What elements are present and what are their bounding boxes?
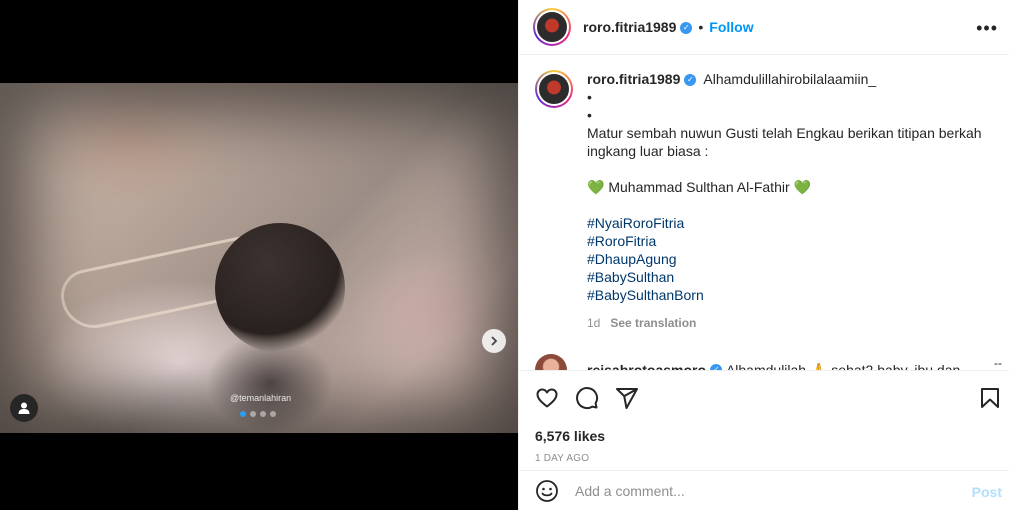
post-actions: 6,576 likes 1 DAY AGO — [519, 370, 1009, 480]
caption-text: roro.fitria1989 ✓ Alhamdulillahirobilalaa… — [587, 70, 987, 332]
follow-button[interactable]: Follow — [709, 19, 753, 35]
carousel-indicator — [240, 411, 276, 417]
commenter-avatar[interactable] — [535, 354, 567, 370]
image-watermark: @temanlahiran — [230, 393, 292, 403]
comment-input[interactable] — [575, 482, 955, 499]
caption-line-2: ingkang luar biasa : — [587, 143, 709, 159]
author-avatar[interactable] — [533, 8, 571, 46]
comment-composer: Post — [519, 470, 1009, 510]
share-icon[interactable] — [615, 386, 639, 410]
carousel-dot — [260, 411, 266, 417]
caption-meta: 1d See translation — [587, 314, 987, 332]
green-heart-icon: 💚 — [793, 179, 811, 195]
caption-first-line: Alhamdulillahirobilalaamiin_ — [703, 71, 877, 87]
caption-author-avatar[interactable] — [535, 70, 573, 108]
comment-icon[interactable] — [575, 386, 599, 410]
post-media: @temanlahiran — [0, 0, 518, 510]
comment-item: reisabrotoasmoro ✓ Alhamdulilah 🙏 sehat2 … — [535, 354, 960, 370]
bookmark-icon[interactable] — [978, 386, 1002, 410]
carousel-next-button[interactable] — [482, 329, 506, 353]
post-photo[interactable]: @temanlahiran — [0, 83, 518, 433]
emoji-icon[interactable] — [535, 479, 559, 503]
comment-more-icon[interactable]: -- — [994, 356, 1002, 370]
post-side-panel: roro.fitria1989 ✓ • Follow ••• roro.fitri… — [518, 0, 1009, 510]
green-heart-icon: 💚 — [587, 179, 605, 195]
hashtag-link[interactable]: #BabySulthan — [587, 268, 987, 286]
author-username[interactable]: roro.fitria1989 ✓ — [583, 19, 693, 35]
user-icon — [18, 402, 30, 414]
carousel-dot-active — [240, 411, 246, 417]
caption-name-line: 💚 Muhammad Sulthan Al-Fathir 💚 — [587, 179, 811, 195]
caption-age: 1d — [587, 316, 601, 330]
comment-text: Alhamdulilah 🙏 sehat2 baby, ibu dan — [725, 361, 961, 371]
commenter-username[interactable]: reisabrotoasmoro — [587, 362, 706, 370]
hashtag-link[interactable]: #BabySulthanBorn — [587, 286, 987, 304]
see-translation-link[interactable]: See translation — [610, 316, 696, 330]
carousel-dot — [270, 411, 276, 417]
comments-area[interactable]: roro.fitria1989 ✓ Alhamdulillahirobilalaa… — [519, 56, 1009, 370]
post-comment-button[interactable]: Post — [972, 484, 1002, 500]
hashtag-link[interactable]: #DhaupAgung — [587, 250, 987, 268]
likes-count[interactable]: 6,576 likes — [535, 428, 605, 444]
post-header: roro.fitria1989 ✓ • Follow ••• — [519, 0, 1009, 55]
more-options-icon[interactable]: ••• — [976, 18, 998, 39]
chevron-right-icon — [491, 336, 498, 346]
verified-badge-icon: ✓ — [684, 74, 697, 87]
caption-line-1: Matur sembah nuwun Gusti telah Engkau be… — [587, 125, 982, 141]
hashtag-link[interactable]: #RoroFitria — [587, 232, 987, 250]
caption: roro.fitria1989 ✓ Alhamdulillahirobilalaa… — [535, 70, 994, 332]
hashtag-link[interactable]: #NyaiRoroFitria — [587, 214, 987, 232]
tagged-users-button[interactable] — [10, 394, 38, 422]
caption-username[interactable]: roro.fitria1989 — [587, 71, 680, 87]
post-timestamp[interactable]: 1 DAY AGO — [535, 453, 589, 464]
carousel-dot — [250, 411, 256, 417]
verified-badge-icon: ✓ — [680, 22, 693, 35]
heart-icon[interactable] — [535, 386, 559, 410]
